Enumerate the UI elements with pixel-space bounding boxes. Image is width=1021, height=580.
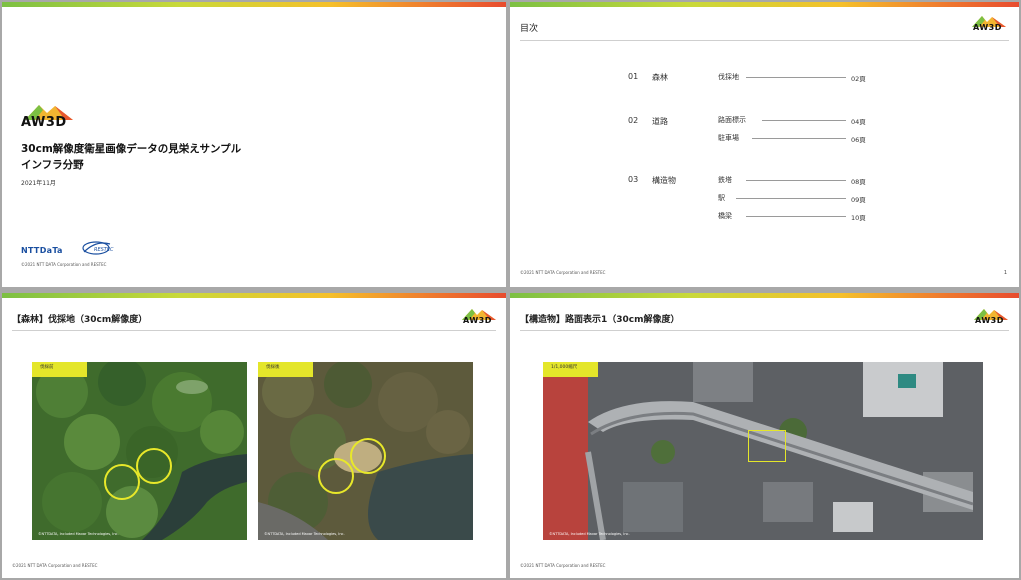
presentation-date: 2021年11月 — [21, 180, 56, 187]
aw3d-logo: AW3D — [21, 102, 81, 132]
toc-item-label[interactable]: 橋梁 — [718, 211, 732, 221]
forest-image — [32, 362, 247, 540]
highlight-circle — [104, 464, 140, 500]
toc-item-page: 06頁 — [851, 136, 866, 144]
page-number: 1 — [1003, 270, 1007, 276]
leader-line — [736, 198, 846, 199]
gradient-bar — [510, 2, 1019, 7]
divider — [12, 330, 496, 331]
presentation-title: 30cm解像度衛星画像データの見栄えサンプル インフラ分野 — [21, 141, 241, 173]
copyright: ©2021 NTT DATA Corporation and RESTEC — [12, 563, 98, 568]
toc-slide[interactable]: 目次 AW3D 01 森林 伐採地 02頁 02 道路 路面標示 04頁 駐車場… — [510, 2, 1019, 287]
image-tag: 1/1,000縮尺 — [543, 362, 598, 377]
logo-text: AW3D — [973, 23, 1002, 32]
copyright: ©2021 NTT DATA Corporation and RESTEC — [21, 262, 107, 267]
ntt-data-logo: NTTDaTa — [21, 246, 63, 255]
svg-text:RESTEC: RESTEC — [94, 247, 114, 253]
highlight-circle — [136, 448, 172, 484]
title-line-2: インフラ分野 — [21, 159, 84, 171]
leader-line — [746, 180, 846, 181]
satellite-image-before: 伐採前 ©NTTDATA, Included Maxar Technologie… — [32, 362, 247, 540]
slide-title: 【構造物】路面表示1（30cm解像度） — [520, 315, 680, 325]
toc-section-name[interactable]: 道路 — [652, 116, 668, 127]
structure-slide[interactable]: 【構造物】路面表示1（30cm解像度） AW3D 1/1,000縮尺 ©NTTD… — [510, 293, 1019, 578]
title-slide[interactable]: AW3D 30cm解像度衛星画像データの見栄えサンプル インフラ分野 2021年… — [2, 2, 506, 287]
toc-item-page: 09頁 — [851, 196, 866, 204]
slide-title: 目次 — [520, 24, 539, 34]
image-credit: ©NTTDATA, Included Maxar Technologies, I… — [549, 532, 630, 536]
toc-section-name[interactable]: 森林 — [652, 72, 668, 83]
satellite-image-urban: 1/1,000縮尺 ©NTTDATA, Included Maxar Techn… — [543, 362, 983, 540]
toc-item-page: 08頁 — [851, 178, 866, 186]
satellite-image-after: 伐採後 ©NTTDATA, Included Maxar Technologie… — [258, 362, 473, 540]
toc-item-page: 10頁 — [851, 214, 866, 222]
toc-item-label[interactable]: 駐車場 — [718, 133, 739, 143]
logo-text: AW3D — [463, 316, 492, 325]
gradient-bar — [510, 293, 1019, 298]
divider — [520, 330, 1009, 331]
leader-line — [752, 138, 846, 139]
toc-item-page: 02頁 — [851, 75, 866, 83]
aw3d-logo: AW3D — [972, 307, 1012, 329]
aw3d-logo: AW3D — [460, 307, 500, 329]
restec-logo-icon: RESTEC — [82, 241, 114, 255]
logo-text: AW3D — [21, 115, 67, 130]
toc-item-label[interactable]: 伐採地 — [718, 72, 739, 82]
toc-section-num: 02 — [628, 116, 639, 125]
leader-line — [762, 120, 846, 121]
toc-item-label[interactable]: 鉄塔 — [718, 175, 732, 185]
copyright: ©2021 NTT DATA Corporation and RESTEC — [520, 563, 606, 568]
leader-line — [746, 77, 846, 78]
highlight-circle — [350, 438, 386, 474]
forest-slide[interactable]: 【森林】伐採地（30cm解像度） AW3D 伐採前 ©NTTDATA, Incl… — [2, 293, 506, 578]
toc-item-label[interactable]: 路面標示 — [718, 115, 746, 125]
toc-item-label[interactable]: 駅 — [718, 193, 725, 203]
gradient-bar — [2, 2, 506, 7]
leader-line — [746, 216, 846, 217]
logo-text: AW3D — [975, 316, 1004, 325]
toc-section-num: 03 — [628, 175, 639, 184]
toc-item-page: 04頁 — [851, 118, 866, 126]
highlight-circle — [318, 458, 354, 494]
aw3d-logo: AW3D — [970, 14, 1010, 36]
image-tag: 伐採後 — [258, 362, 313, 377]
toc-section-name[interactable]: 構造物 — [652, 175, 676, 186]
image-credit: ©NTTDATA, Included Maxar Technologies, I… — [264, 532, 345, 536]
toc-section-num: 01 — [628, 72, 639, 81]
slide-title: 【森林】伐採地（30cm解像度） — [12, 315, 148, 325]
highlight-box — [748, 430, 786, 462]
title-line-1: 30cm解像度衛星画像データの見栄えサンプル — [21, 143, 242, 155]
copyright: ©2021 NTT DATA Corporation and RESTEC — [520, 270, 606, 275]
image-tag: 伐採前 — [32, 362, 87, 377]
divider — [520, 40, 1009, 41]
image-credit: ©NTTDATA, Included Maxar Technologies, I… — [38, 532, 119, 536]
gradient-bar — [2, 293, 506, 298]
